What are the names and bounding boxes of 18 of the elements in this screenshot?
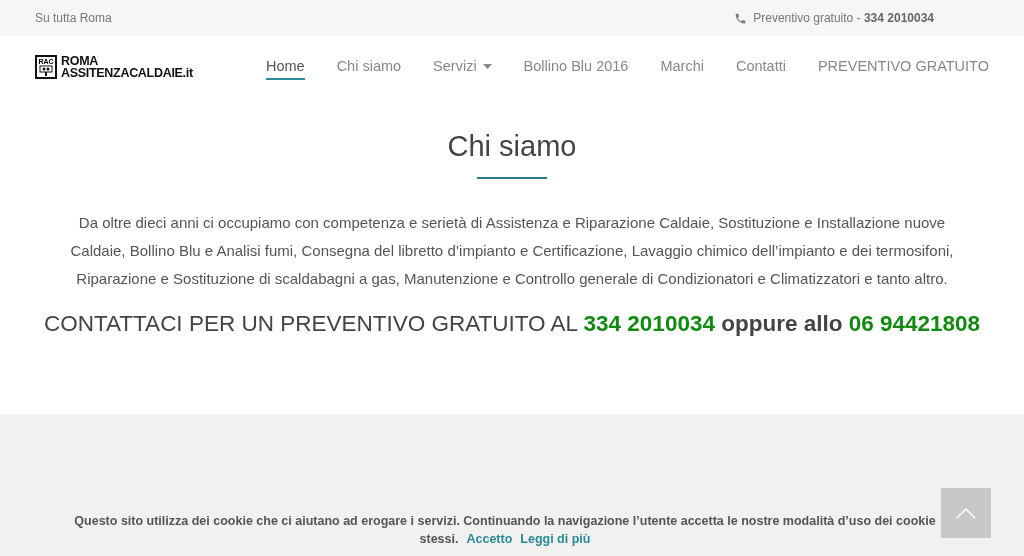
- accept-link[interactable]: Accetto: [466, 532, 513, 546]
- chevron-up-icon: [956, 507, 976, 519]
- nav-link[interactable]: Servizi: [433, 54, 492, 80]
- quote-text: Preventivo gratuito - 334 2010034: [753, 11, 934, 25]
- section-title: Chi siamo: [447, 130, 577, 163]
- contact-heading: CONTATTACI PER UN PREVENTIVO GRATUITO AL 334 2010034 oppure allo 06 94421808: [42, 311, 982, 337]
- nav-link[interactable]: Home: [265, 54, 305, 80]
- nav-link[interactable]: PREVENTIVO GRATUITO: [817, 54, 989, 80]
- back-to-top-button[interactable]: [941, 488, 991, 538]
- intro-paragraph: Da oltre dieci anni ci occupiamo con competenza e serietà di Assistenza e Riparazione Caldaie, Sostituzione e Installazione nuove Caldaie, Bollino Blu e Analisi fumi, Consegna del libretto d’impianto e Certificazione, Lavaggio chimico dell’impianto e dei termosifoni, Riparazione e Sostituzione di scaldabagni a gas, Manutenzione e Controllo generale di Condizionatori e Climatizzatori e tanto altro.: [69, 213, 955, 289]
- more-link[interactable]: Leggi di più: [520, 532, 591, 546]
- nav-link[interactable]: Marchi: [660, 54, 704, 80]
- nav-link[interactable]: Bollino Blu 2016: [523, 54, 629, 80]
- cookie-notice: Questo sito utilizza dei cookie che ci aiutano ad erogare i servizi. Continuando la navigazione l’utente accetta le nostre modalità d’uso dei cookie stessi. Accetto Leggi di più: [73, 513, 937, 548]
- phone-icon: [734, 11, 748, 25]
- area-text: Su tutta Roma: [35, 11, 112, 25]
- nav-link[interactable]: Contatti: [735, 54, 786, 80]
- nav-link[interactable]: Chi siamo: [336, 54, 402, 80]
